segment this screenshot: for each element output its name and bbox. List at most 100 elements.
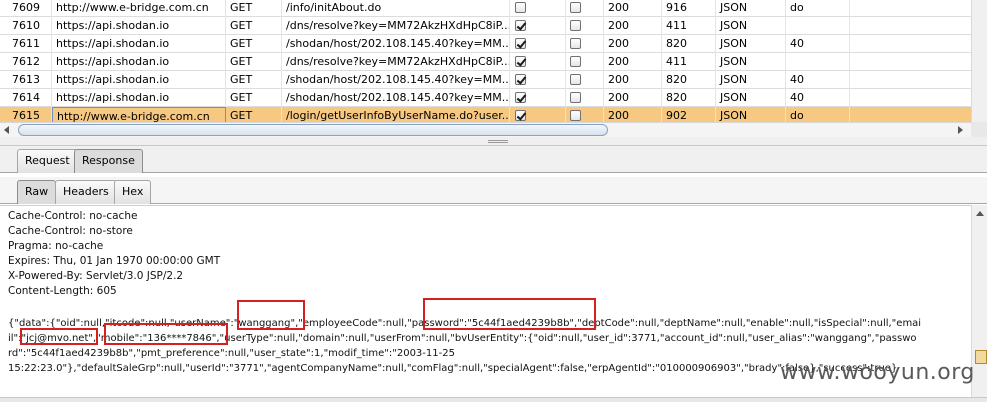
checkbox-icon[interactable] [515, 2, 526, 13]
row-length-cell: 820 [662, 35, 716, 53]
row-length-cell: 820 [662, 89, 716, 107]
table-row[interactable]: 7615 http://www.e-bridge.com.cn GET/login/… [0, 107, 971, 122]
row-url-cell: /shodan/host/202.108.145.40?key=MM... [282, 71, 510, 89]
checkbox-icon[interactable] [515, 92, 526, 103]
checkbox-icon[interactable] [570, 74, 581, 85]
row-title-cell [850, 107, 971, 122]
row-mime-cell: JSON [716, 107, 786, 122]
split-pane-divider[interactable] [0, 137, 987, 146]
row-method-cell: GET [226, 53, 282, 71]
view-tabs: Raw Headers Hex [0, 177, 987, 204]
row-mime-cell: JSON [716, 71, 786, 89]
row-status-cell: 200 [604, 89, 662, 107]
row-length-cell: 902 [662, 107, 716, 122]
table-row[interactable]: 7613 https://api.shodan.io GET/shodan/host… [0, 71, 971, 89]
row-length-cell: 916 [662, 0, 716, 17]
row-title-cell [850, 17, 971, 35]
checkbox-icon[interactable] [570, 20, 581, 31]
table-row[interactable]: 7609 http://www.e-bridge.com.cn GET/info/i… [0, 0, 971, 17]
row-params-cell [510, 17, 566, 35]
row-extension-cell: do [786, 107, 850, 122]
email-highlight-box [20, 328, 98, 345]
row-host-cell: https://api.shodan.io [52, 89, 226, 107]
history-horizontal-scrollbar[interactable] [0, 122, 971, 137]
proxy-history-table[interactable]: 7609 http://www.e-bridge.com.cn GET/info/i… [0, 0, 971, 122]
row-title-cell [850, 89, 971, 107]
row-mime-cell: JSON [716, 0, 786, 17]
row-host-cell: https://api.shodan.io [52, 71, 226, 89]
tab-response[interactable]: Response [74, 149, 143, 173]
row-edited-cell [566, 53, 604, 71]
checkbox-icon[interactable] [570, 92, 581, 103]
row-id-cell: 7609 [0, 0, 52, 17]
row-status-cell: 200 [604, 35, 662, 53]
row-mime-cell: JSON [716, 53, 786, 71]
table-row[interactable]: 7610 https://api.shodan.io GET/dns/resolve… [0, 17, 971, 35]
checkbox-icon[interactable] [515, 56, 526, 67]
checkbox-icon[interactable] [515, 38, 526, 49]
scroll-left-icon[interactable] [4, 126, 9, 134]
row-edited-cell [566, 35, 604, 53]
row-title-cell [850, 35, 971, 53]
scroll-right-icon[interactable] [958, 126, 963, 134]
row-params-cell [510, 0, 566, 17]
row-edited-cell [566, 17, 604, 35]
row-status-cell: 200 [604, 53, 662, 71]
row-method-cell: GET [226, 35, 282, 53]
row-id-cell: 7612 [0, 53, 52, 71]
row-params-cell [510, 53, 566, 71]
row-status-cell: 200 [604, 107, 662, 122]
row-id-cell: 7611 [0, 35, 52, 53]
row-id-cell: 7614 [0, 89, 52, 107]
row-extension-cell [786, 17, 850, 35]
checkbox-icon[interactable] [570, 110, 581, 121]
row-mime-cell: JSON [716, 17, 786, 35]
response-header-line: Expires: Thu, 01 Jan 1970 00:00:00 GMT [8, 255, 221, 267]
row-host-cell: http://www.e-bridge.com.cn [52, 0, 226, 17]
row-mime-cell: JSON [716, 89, 786, 107]
scroll-up-icon[interactable] [976, 211, 984, 216]
row-length-cell: 411 [662, 53, 716, 71]
row-params-cell [510, 107, 566, 122]
checkbox-icon[interactable] [515, 20, 526, 31]
tab-raw[interactable]: Raw [17, 180, 57, 204]
row-edited-cell [566, 0, 604, 17]
checkbox-icon[interactable] [570, 56, 581, 67]
row-url-cell: /login/getUserInfoByUserName.do?user... [282, 107, 510, 122]
row-edited-cell [566, 89, 604, 107]
table-row[interactable]: 7614 https://api.shodan.io GET/shodan/host… [0, 89, 971, 107]
row-host-cell: https://api.shodan.io [52, 35, 226, 53]
table-row[interactable]: 7612 https://api.shodan.io GET/dns/resolve… [0, 53, 971, 71]
row-status-cell: 200 [604, 0, 662, 17]
row-id-cell: 7613 [0, 71, 52, 89]
row-url-cell: /dns/resolve?key=MM72AkzHXdHpC8iP... [282, 53, 510, 71]
checkbox-icon[interactable] [570, 38, 581, 49]
row-host-cell: https://api.shodan.io [52, 17, 226, 35]
divider-grip-icon[interactable] [488, 140, 508, 143]
history-vertical-scrollbar[interactable] [971, 0, 987, 122]
row-method-cell: GET [226, 71, 282, 89]
row-method-cell: GET [226, 107, 282, 122]
checkbox-icon[interactable] [570, 2, 581, 13]
checkbox-icon[interactable] [515, 110, 526, 121]
tab-request[interactable]: Request [17, 149, 78, 173]
tab-headers[interactable]: Headers [55, 180, 117, 204]
response-header-line: Cache-Control: no-store [8, 225, 133, 237]
row-extension-cell [786, 53, 850, 71]
row-length-cell: 820 [662, 71, 716, 89]
message-tabs: Request Response [0, 146, 987, 173]
row-url-cell: /dns/resolve?key=MM72AkzHXdHpC8iP... [282, 17, 510, 35]
row-edited-cell [566, 107, 604, 122]
response-header-line: Cache-Control: no-cache [8, 210, 138, 222]
row-params-cell [510, 35, 566, 53]
row-method-cell: GET [226, 89, 282, 107]
row-status-cell: 200 [604, 71, 662, 89]
tab-hex[interactable]: Hex [114, 180, 152, 204]
checkbox-icon[interactable] [515, 74, 526, 85]
response-header-line: Content-Length: 605 [8, 285, 117, 297]
table-row[interactable]: 7611 https://api.shodan.io GET/shodan/host… [0, 35, 971, 53]
horizontal-scroll-thumb[interactable] [18, 124, 608, 136]
row-id-cell: 7610 [0, 17, 52, 35]
row-host-cell: http://www.e-bridge.com.cn [52, 107, 226, 122]
row-extension-cell: 40 [786, 35, 850, 53]
